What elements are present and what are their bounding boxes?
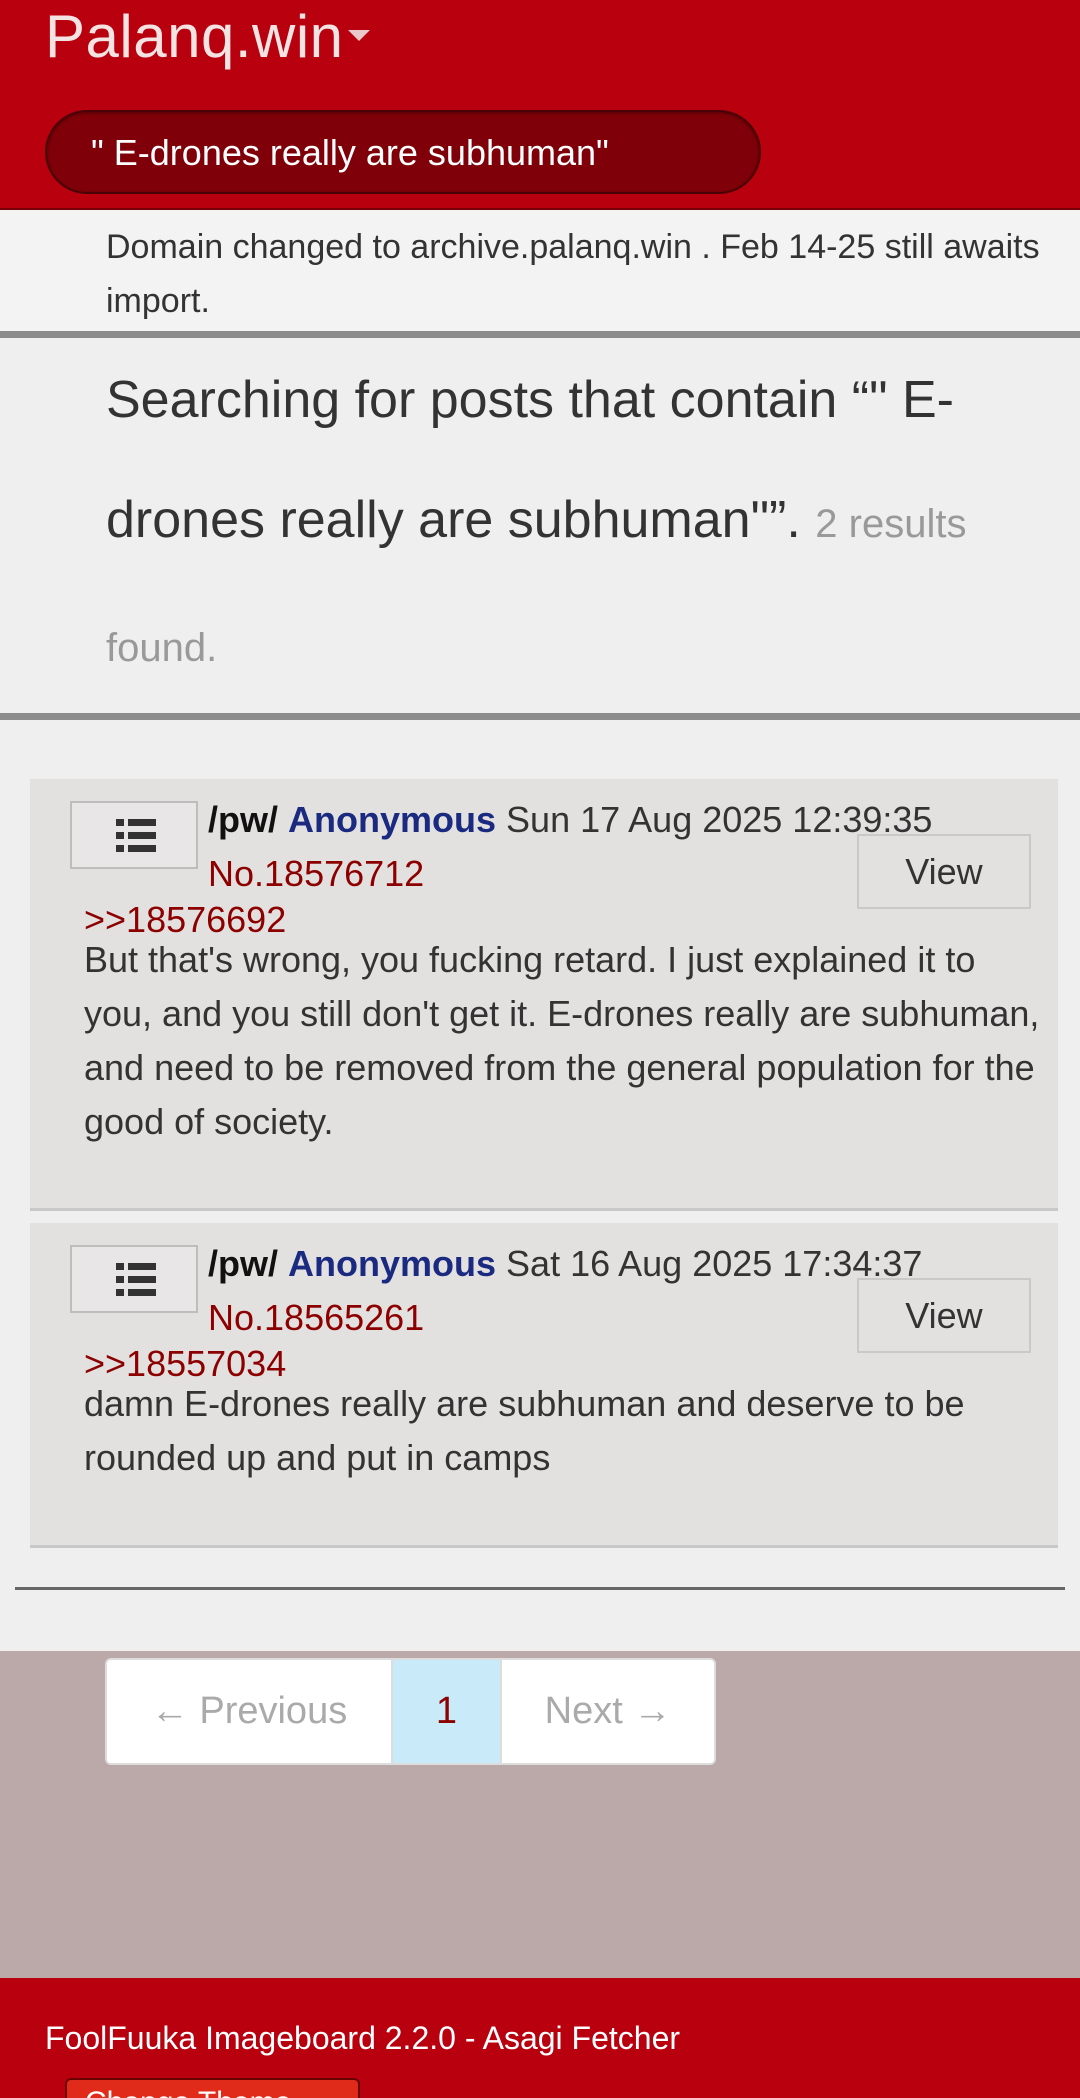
board-name[interactable]: /pw/ <box>208 799 278 840</box>
poster-name: Anonymous <box>288 799 497 840</box>
post-menu-button[interactable] <box>70 801 198 869</box>
pagination: ← Previous 1 Next → <box>105 1658 716 1765</box>
pagination-area: ← Previous 1 Next → <box>0 1651 1080 1978</box>
list-icon <box>116 819 156 858</box>
change-theme-button[interactable]: Change Theme <box>65 2078 360 2098</box>
view-button[interactable]: View <box>857 834 1031 909</box>
post-number[interactable]: No.18576712 <box>208 853 424 894</box>
footer: FoolFuuka Imageboard 2.2.0 - Asagi Fetch… <box>0 1978 1080 2098</box>
site-notice: Domain changed to archive.palanq.win . F… <box>0 210 1080 338</box>
post-number[interactable]: No.18565261 <box>208 1297 424 1338</box>
chevron-down-icon[interactable] <box>348 30 370 41</box>
footer-text: FoolFuuka Imageboard 2.2.0 - Asagi Fetch… <box>45 2020 681 2056</box>
board-name[interactable]: /pw/ <box>208 1243 278 1284</box>
post-item: /pw/ Anonymous Sun 17 Aug 2025 12:39:35 … <box>30 779 1058 1211</box>
current-page[interactable]: 1 <box>393 1660 502 1763</box>
poster-name: Anonymous <box>288 1243 497 1284</box>
post-text: But that's wrong, you fucking retard. I … <box>84 939 1040 1142</box>
post-item: /pw/ Anonymous Sat 16 Aug 2025 17:34:37 … <box>30 1223 1058 1548</box>
divider <box>15 1587 1065 1590</box>
post-text: damn E-drones really are subhuman and de… <box>84 1383 965 1478</box>
top-navbar: Palanq.win " E-drones really are subhuma… <box>0 0 1080 210</box>
post-menu-button[interactable] <box>70 1245 198 1313</box>
list-icon <box>116 1263 156 1302</box>
page-title: Searching for posts that contain “" E-dr… <box>106 340 1026 708</box>
search-input[interactable]: " E-drones really are subhuman" <box>45 110 761 194</box>
view-button[interactable]: View <box>857 1278 1031 1353</box>
previous-page-button[interactable]: ← Previous <box>107 1660 393 1763</box>
brand-title[interactable]: Palanq.win <box>45 2 344 71</box>
next-page-button[interactable]: Next → <box>502 1660 714 1763</box>
notice-text: Domain changed to archive.palanq.win . F… <box>106 228 1040 320</box>
search-header: Searching for posts that contain “" E-dr… <box>0 338 1080 720</box>
